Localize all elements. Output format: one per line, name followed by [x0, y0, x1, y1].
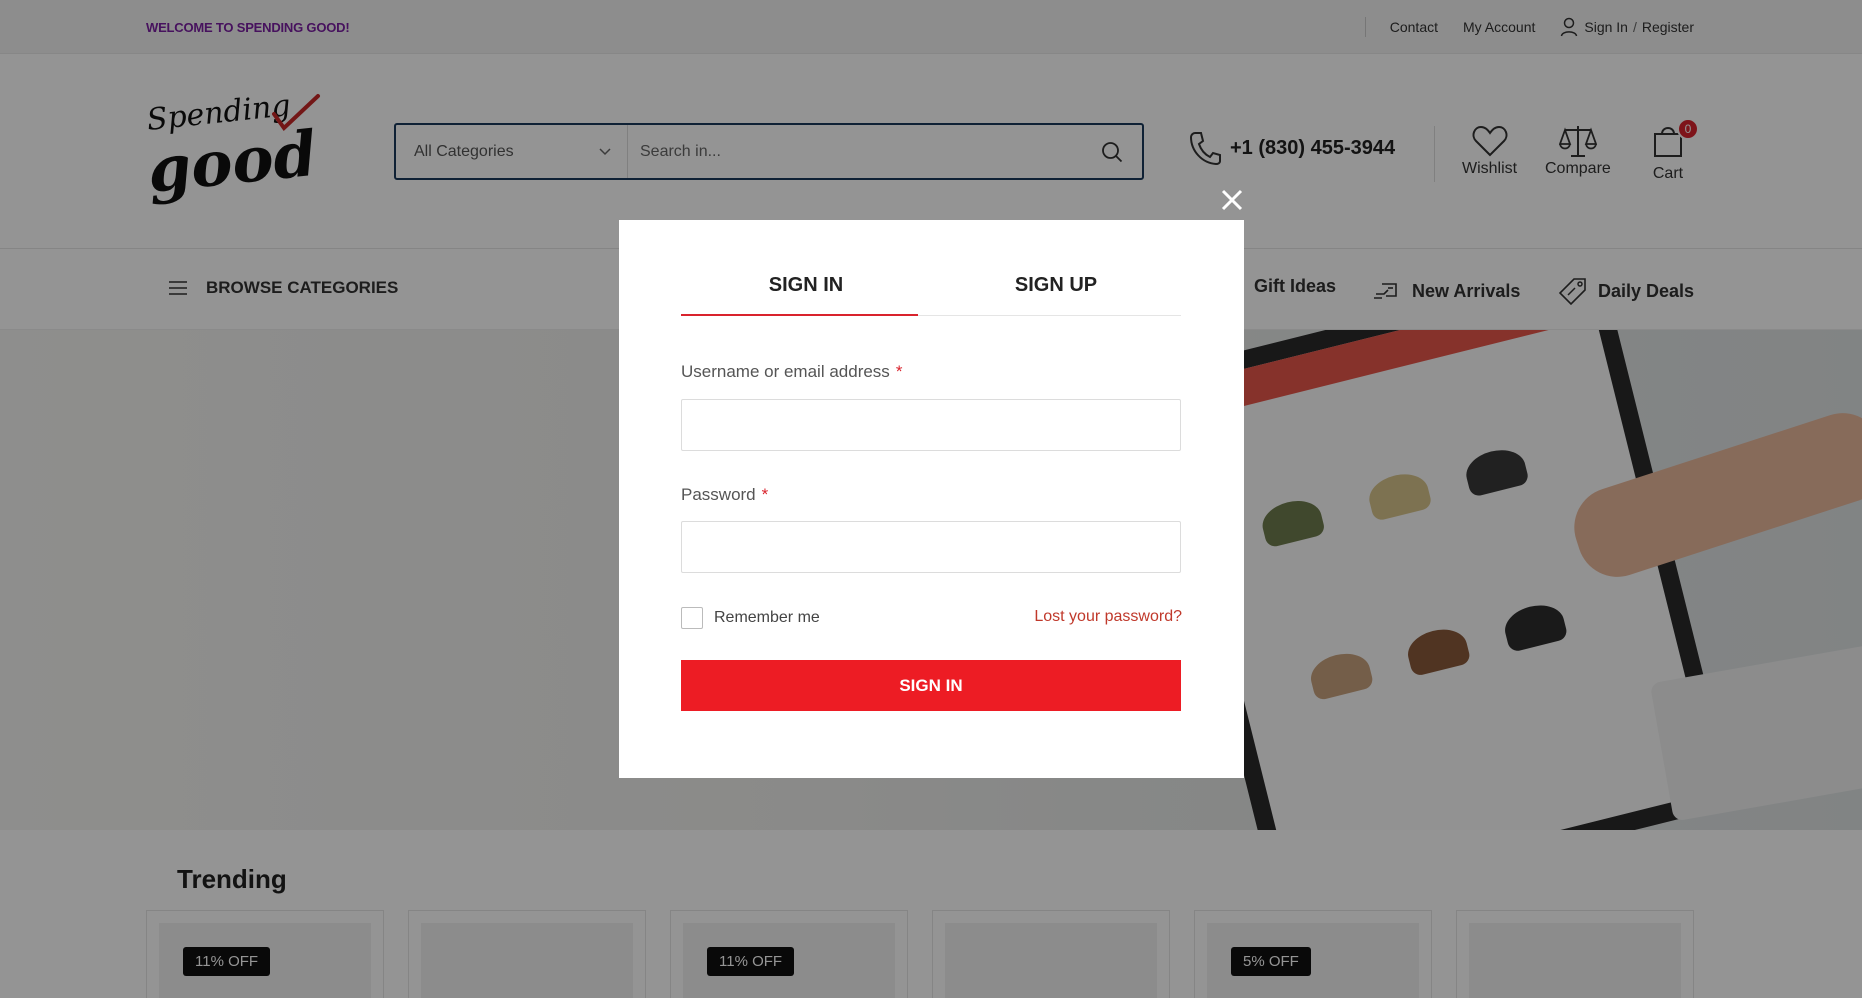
lost-password-link[interactable]: Lost your password?: [1034, 608, 1182, 626]
password-field[interactable]: [681, 521, 1181, 573]
tab-sign-up[interactable]: SIGN UP: [931, 272, 1181, 315]
auth-tabs: SIGN IN SIGN UP: [681, 272, 1181, 316]
login-modal: SIGN IN SIGN UP Username or email addres…: [619, 220, 1244, 778]
password-label: Password *: [681, 485, 768, 505]
close-icon[interactable]: [1220, 188, 1244, 212]
remember-me[interactable]: Remember me: [681, 607, 820, 629]
username-label-text: Username or email address: [681, 362, 890, 381]
remember-me-label: Remember me: [714, 609, 820, 626]
tab-sign-in[interactable]: SIGN IN: [681, 272, 931, 316]
username-field[interactable]: [681, 399, 1181, 451]
sign-in-button[interactable]: SIGN IN: [681, 660, 1181, 711]
remember-me-checkbox[interactable]: [681, 607, 703, 629]
required-mark: *: [761, 485, 769, 504]
username-label: Username or email address *: [681, 362, 902, 382]
required-mark: *: [895, 362, 903, 381]
password-label-text: Password: [681, 485, 756, 504]
